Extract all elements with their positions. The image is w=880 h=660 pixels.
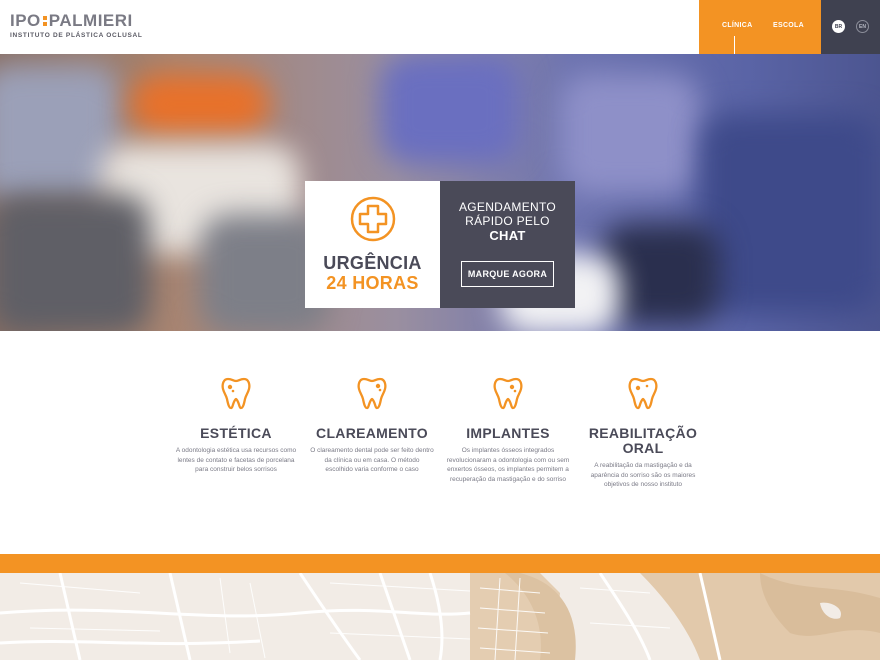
service-title: ESTÉTICA bbox=[200, 425, 272, 441]
logo-wordmark: IPO PALMIERI bbox=[10, 12, 143, 29]
service-title: CLAREAMENTO bbox=[316, 425, 428, 441]
lang-en-button[interactable]: EN bbox=[856, 20, 869, 33]
urgency-title: URGÊNCIA bbox=[323, 253, 422, 273]
tooth-icon bbox=[357, 377, 387, 410]
nav-item-clinica[interactable]: CLÍNICA bbox=[722, 22, 753, 29]
hero-bg-shape bbox=[700, 114, 880, 314]
hero-bg-shape bbox=[560, 74, 700, 194]
chat-text-line3: CHAT bbox=[489, 228, 526, 243]
logo-subtitle: INSTITUTO DE PLÁSTICA OCLUSAL bbox=[10, 32, 143, 39]
chat-booking-card: AGENDAMENTO RÁPIDO PELO CHAT MARQUE AGOR… bbox=[440, 181, 575, 308]
service-clareamento[interactable]: CLAREAMENTO O clareamento dental pode se… bbox=[310, 376, 434, 475]
site-header: IPO PALMIERI INSTITUTO DE PLÁSTICA OCLUS… bbox=[0, 0, 880, 54]
hero-bg-shape bbox=[130, 74, 270, 134]
accent-band bbox=[0, 554, 880, 573]
hero-bg-shape bbox=[380, 54, 520, 164]
nav-active-indicator bbox=[734, 36, 735, 54]
logo-separator-icon bbox=[42, 15, 47, 27]
tooth-icon bbox=[221, 377, 251, 410]
tooth-icon bbox=[493, 377, 523, 410]
logo-right: PALMIERI bbox=[48, 11, 133, 30]
logo-left: IPO bbox=[10, 11, 41, 30]
service-reabilitacao-oral[interactable]: REABILITAÇÃO ORAL A reabilitação da mast… bbox=[581, 376, 705, 490]
service-title: REABILITAÇÃO ORAL bbox=[588, 425, 698, 456]
marque-agora-button[interactable]: MARQUE AGORA bbox=[461, 261, 554, 287]
map-graphic bbox=[0, 573, 880, 660]
lang-br-button[interactable]: BR bbox=[832, 20, 845, 33]
service-implantes[interactable]: IMPLANTES Os implantes ósseos integrados… bbox=[446, 376, 570, 484]
service-description: Os implantes ósseos integrados revolucio… bbox=[446, 447, 570, 483]
service-title: IMPLANTES bbox=[466, 425, 550, 441]
chat-text-line2: RÁPIDO PELO bbox=[465, 214, 550, 228]
location-map[interactable] bbox=[0, 573, 880, 660]
service-description: A reabilitação da mastigação e da aparên… bbox=[590, 462, 696, 488]
service-estetica[interactable]: ESTÉTICA A odontologia estética usa recu… bbox=[174, 376, 298, 475]
service-description: A odontologia estética usa recursos como… bbox=[175, 447, 297, 473]
chat-text-line1: AGENDAMENTO bbox=[458, 200, 557, 214]
medical-cross-icon bbox=[350, 196, 396, 242]
hero-bg-shape bbox=[0, 194, 150, 331]
main-nav: CLÍNICA ESCOLA bbox=[699, 0, 821, 54]
urgency-hours: 24 HORAS bbox=[326, 273, 419, 293]
language-switcher: BR EN bbox=[821, 0, 880, 54]
logo[interactable]: IPO PALMIERI INSTITUTO DE PLÁSTICA OCLUS… bbox=[10, 12, 143, 39]
service-description: O clareamento dental pode ser feito dent… bbox=[310, 447, 434, 473]
urgency-card[interactable]: URGÊNCIA 24 HORAS bbox=[305, 181, 440, 308]
nav-item-escola[interactable]: ESCOLA bbox=[773, 22, 804, 29]
tooth-icon bbox=[628, 377, 658, 410]
